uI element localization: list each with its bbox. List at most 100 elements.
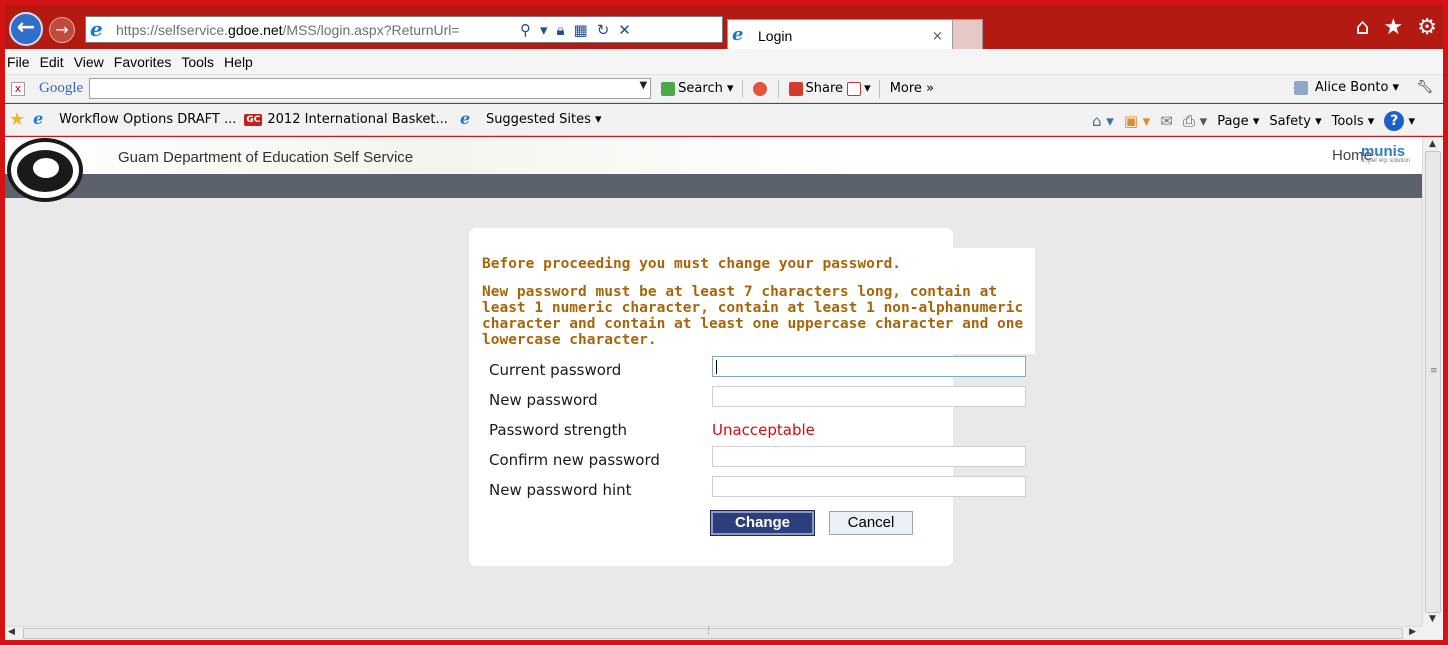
password-strength-value: Unacceptable	[712, 421, 815, 439]
dialog-buttons: Change Cancel	[710, 510, 913, 536]
header-band	[5, 174, 1422, 198]
home-icon[interactable]: ⌂	[1356, 17, 1370, 39]
scroll-right-icon[interactable]: ▶	[1409, 627, 1416, 637]
share-icon	[788, 81, 803, 96]
scrollbar-corner	[1422, 626, 1443, 640]
favorite-label: 2012 International Basket...	[267, 112, 448, 127]
scroll-down-icon[interactable]: ▼	[1429, 614, 1436, 624]
scroll-up-icon[interactable]: ▲	[1429, 139, 1436, 149]
toolbar-divider	[878, 79, 880, 98]
current-password-input[interactable]	[712, 356, 1026, 377]
favorite-item[interactable]: e Suggested Sites ▾	[456, 109, 602, 131]
add-favorite-star-icon[interactable]: ★	[9, 109, 25, 130]
grip-icon: ⋮	[704, 626, 713, 636]
favorite-item[interactable]: e Workflow Options DRAFT ...	[33, 109, 236, 131]
favorite-item[interactable]: GC 2012 International Basket...	[244, 112, 448, 127]
munis-logo: munis a tyler erp solution	[1361, 143, 1410, 164]
settings-gear-icon[interactable]: ⚙	[1417, 17, 1437, 39]
ie-tab-icon: e	[732, 24, 744, 45]
google-search-button[interactable]: Search ▾	[661, 81, 734, 96]
toolbar-close-icon[interactable]: x	[11, 81, 25, 96]
back-arrow-icon[interactable]: ←	[9, 12, 43, 46]
address-bar[interactable]: e https://selfservice.gdoe.net/MSS/login…	[85, 16, 723, 43]
spellcheck-icon	[752, 81, 767, 96]
user-account-button[interactable]: Alice Bonto ▾	[1293, 80, 1399, 95]
print-icon[interactable]: ⎙ ▾	[1183, 112, 1207, 130]
password-hint-input[interactable]	[712, 476, 1026, 497]
home-icon[interactable]: ⌂ ▾	[1092, 112, 1114, 130]
new-password-input[interactable]	[712, 386, 1026, 407]
ie-page-icon: e	[459, 108, 471, 128]
brand-tagline: a tyler erp solution	[1360, 158, 1410, 164]
spell-check-button[interactable]	[752, 81, 770, 96]
stop-icon[interactable]: ✕	[618, 21, 631, 39]
vertical-scrollbar[interactable]: ▲ ≡ ▼	[1422, 137, 1443, 626]
new-tab-button[interactable]	[953, 19, 983, 52]
address-url[interactable]: https://selfservice.gdoe.net/MSS/login.a…	[116, 22, 514, 38]
favorites-star-icon[interactable]: ★	[1384, 17, 1404, 39]
safety-menu[interactable]: Safety ▾	[1269, 114, 1321, 129]
google-toolbar: x Google ▼ Search ▾ Share ▾ More » Alice…	[5, 75, 1443, 103]
scroll-left-icon[interactable]: ◀	[8, 627, 15, 637]
menu-tools[interactable]: Tools	[181, 54, 214, 70]
google-search-input[interactable]: ▼	[89, 78, 652, 99]
chevron-down-icon[interactable]: ▼	[639, 80, 647, 91]
vertical-scroll-thumb[interactable]: ≡	[1425, 151, 1441, 613]
forward-arrow-icon[interactable]: →	[49, 17, 75, 43]
search-icon[interactable]: ⚲	[520, 21, 531, 39]
password-strength-label: Password strength	[489, 421, 628, 439]
password-hint-label: New password hint	[489, 481, 632, 499]
search-glyph-icon	[661, 81, 676, 96]
translate-icon[interactable]	[847, 81, 862, 96]
site-header: Guam Department of Education Self Servic…	[5, 137, 1422, 174]
menu-bar: File Edit View Favorites Tools Help	[5, 49, 1443, 75]
more-button[interactable]: More »	[890, 81, 934, 96]
ie-page-icon: e	[33, 108, 44, 128]
user-name: Alice Bonto	[1314, 80, 1389, 95]
password-requirements-message: Before proceeding you must change your p…	[469, 248, 1035, 354]
favorite-label: Suggested Sites	[485, 112, 591, 127]
menu-file[interactable]: File	[7, 54, 30, 70]
cancel-button[interactable]: Cancel	[829, 511, 913, 535]
rss-feed-icon[interactable]: ▣ ▾	[1124, 112, 1150, 130]
favorite-label: Workflow Options DRAFT ...	[59, 112, 237, 127]
page-menu[interactable]: Page ▾	[1217, 114, 1259, 129]
password-rules-text: New password must be at least 7 characte…	[482, 284, 1024, 348]
confirm-password-label: Confirm new password	[489, 451, 660, 469]
lock-icon[interactable]: 🔒︎	[557, 21, 565, 39]
google-logo: Google	[39, 80, 84, 96]
share-button[interactable]: Share ▾	[788, 81, 871, 96]
ie-logo-icon: e	[90, 16, 103, 41]
avatar	[1293, 80, 1308, 95]
wrench-icon[interactable]: 🔧︎	[1416, 80, 1433, 95]
current-password-label: Current password	[489, 361, 622, 379]
menu-favorites[interactable]: Favorites	[114, 54, 172, 70]
chevron-down-icon[interactable]: ▾	[540, 21, 548, 39]
tab-close-icon[interactable]: ×	[932, 29, 952, 44]
tools-menu[interactable]: Tools ▾	[1332, 114, 1375, 129]
command-bar: ⌂ ▾ ▣ ▾ ✉ ⎙ ▾ Page ▾ Safety ▾ Tools ▾ ? …	[1092, 111, 1415, 131]
confirm-password-input[interactable]	[712, 446, 1026, 467]
menu-help[interactable]: Help	[224, 54, 253, 70]
browser-titlebar: ← → e https://selfservice.gdoe.net/MSS/l…	[5, 5, 1443, 52]
grip-icon: ≡	[1430, 366, 1438, 376]
address-bar-icons: ⚲ ▾ 🔒︎ ▦ ↻ ✕	[520, 21, 631, 39]
help-menu[interactable]: ? ▾	[1384, 111, 1415, 131]
favorites-bar: ★ e Workflow Options DRAFT ... GC 2012 I…	[5, 104, 1443, 136]
tab-login[interactable]: e Login ×	[727, 19, 953, 52]
help-icon: ?	[1384, 111, 1405, 131]
menu-edit[interactable]: Edit	[40, 54, 64, 70]
horizontal-scroll-thumb[interactable]: ⋮	[23, 626, 1403, 639]
department-seal-logo	[7, 138, 83, 202]
toolbar-divider	[741, 79, 743, 98]
page-viewport: Guam Department of Education Self Servic…	[5, 137, 1422, 626]
compatibility-view-icon[interactable]: ▦	[574, 21, 588, 39]
change-password-notice: Before proceeding you must change your p…	[482, 256, 902, 272]
menu-view[interactable]: View	[74, 54, 104, 70]
change-password-dialog: Before proceeding you must change your p…	[469, 228, 1035, 566]
refresh-icon[interactable]: ↻	[597, 21, 610, 39]
horizontal-scrollbar[interactable]: ◀ ⋮ ▶	[5, 626, 1422, 640]
new-password-label: New password	[489, 391, 598, 409]
change-button[interactable]: Change	[710, 510, 815, 536]
mail-icon[interactable]: ✉	[1160, 112, 1173, 130]
